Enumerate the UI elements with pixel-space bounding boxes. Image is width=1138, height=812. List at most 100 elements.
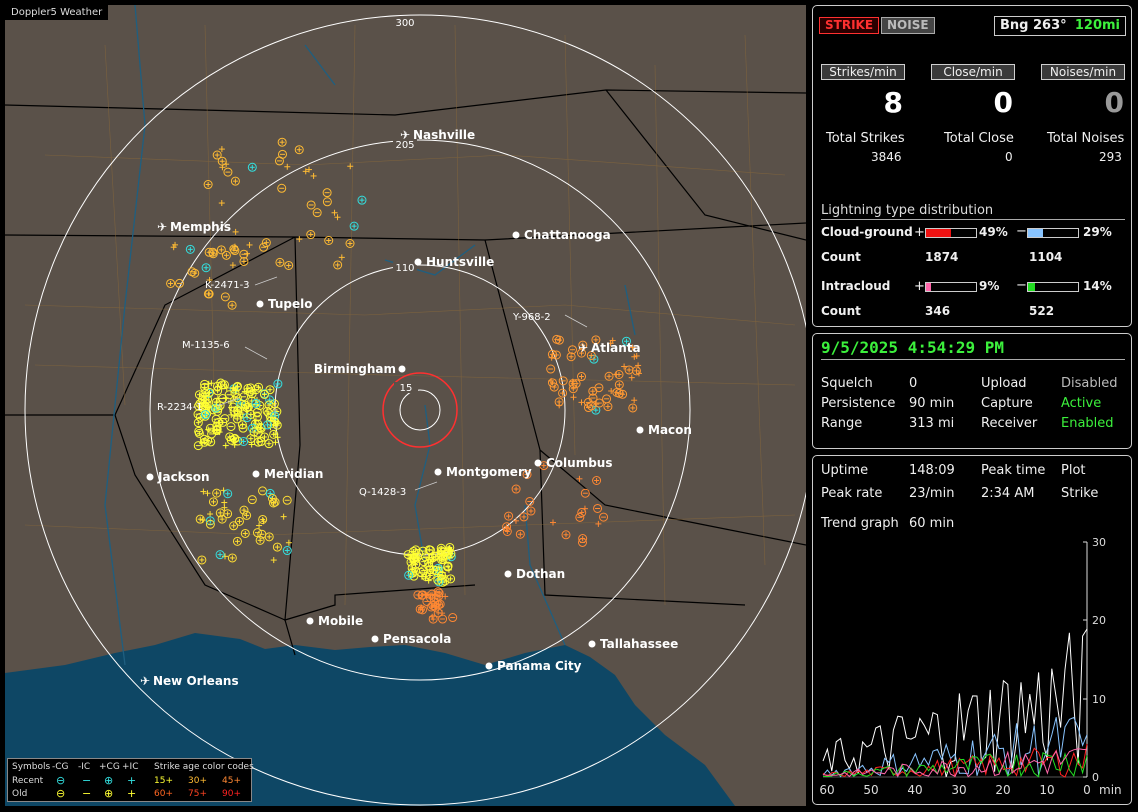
noises-per-min-button[interactable]: Noises/min (1041, 64, 1125, 80)
trend-series (822, 628, 1088, 778)
trend-graph: 302010060 50 40 30 20 10 0 min (819, 536, 1121, 797)
ic-plus-count: 346 (925, 304, 951, 318)
legend-age-title: Strike age color codes (154, 762, 254, 772)
city-dot-icon (485, 662, 493, 670)
trend-x-tick: 20 (995, 783, 1010, 797)
range-setting-value: 313 mi (909, 416, 955, 431)
city-dot-icon (146, 473, 154, 481)
storm-label: M-1135-6 (182, 340, 230, 351)
trend-x-tick: 50 (863, 783, 878, 797)
city-label: Panama City (497, 659, 582, 673)
total-close-label: Total Close (944, 131, 1014, 146)
city-dot-icon (371, 635, 379, 643)
datetime-divider (821, 359, 1125, 360)
map-background (5, 5, 806, 806)
total-noises-value: 293 (1099, 150, 1122, 164)
airport-icon: ✈ (157, 220, 167, 234)
trend-y-tick: 30 (1092, 536, 1106, 549)
city-label: Meridian (264, 467, 323, 481)
strike-counter-panel: STRIKE NOISE Bng 263° 120mi Strikes/min … (812, 5, 1132, 327)
persistence-value: 90 min (909, 396, 955, 411)
strike-tab[interactable]: STRIKE (819, 17, 880, 34)
persistence-label: Persistence (821, 396, 896, 411)
legend-col-ic-minus: -IC (78, 762, 91, 772)
capture-label: Capture (981, 396, 1033, 411)
legend-recent-ic-plus-icon: + (127, 774, 137, 787)
bearing-value: Bng 263° (1000, 18, 1067, 33)
city-label: Birmingham (314, 362, 396, 376)
capture-status: Active (1061, 396, 1102, 411)
total-close-value: 0 (1005, 150, 1013, 164)
ic-count-label: Count (821, 304, 861, 318)
legend-age-90: 90+ (222, 789, 241, 799)
city-dot-icon (306, 617, 314, 625)
ring-label: 110 (395, 263, 414, 274)
ic-plus-pct: 9% (979, 279, 1000, 293)
city-label: Columbus (546, 456, 613, 470)
intracloud-label: Intracloud (821, 279, 891, 293)
trend-value: 60 min (909, 516, 955, 531)
noises-per-min-value: 0 (1104, 86, 1124, 119)
city-label: Jackson (157, 470, 210, 484)
trend-x-tick: 30 (951, 783, 966, 797)
city-label: Chattanooga (524, 228, 611, 242)
legend-col-cg-plus: +CG (99, 762, 120, 772)
city-label: Tupelo (268, 297, 313, 311)
ic-minus-count: 522 (1029, 304, 1055, 318)
bearing-display: Bng 263° 120mi (994, 16, 1126, 36)
city-dot-icon (534, 459, 542, 467)
noise-tab[interactable]: NOISE (881, 17, 935, 34)
close-per-min-button[interactable]: Close/min (931, 64, 1015, 80)
city-dot-icon (588, 640, 596, 648)
ic-minus-bar (1027, 282, 1079, 292)
cloud-ground-label: Cloud-ground (821, 225, 913, 239)
legend-recent-cg-minus-icon: ⊖ (56, 774, 66, 787)
city-dot-icon (398, 365, 406, 373)
cg-minus-sign: − (1016, 224, 1027, 239)
legend-age-30: 30+ (188, 776, 207, 786)
upload-label: Upload (981, 376, 1027, 391)
legend-age-60: 60+ (154, 789, 173, 799)
city-label: Memphis (170, 220, 231, 234)
datetime-display: 9/5/2025 4:54:29 PM (821, 338, 1005, 357)
city-dot-icon (252, 470, 260, 478)
settings-panel: 9/5/2025 4:54:29 PM Squelch 0 Persistenc… (812, 333, 1132, 449)
trend-y-tick: 20 (1092, 614, 1106, 627)
legend-old-cg-plus-icon: ⊕ (104, 787, 114, 800)
city-dot-icon (434, 468, 442, 476)
legend-symbols-label: Symbols (12, 762, 51, 772)
legend-age-45: 45+ (222, 776, 241, 786)
city-dot-icon (414, 258, 422, 266)
receiver-status: Enabled (1061, 416, 1114, 431)
range-value: 120mi (1074, 18, 1120, 33)
city-label: Mobile (318, 614, 363, 628)
storm-label: Q-1428-3 (359, 487, 406, 498)
cg-count-label: Count (821, 250, 861, 264)
distribution-title: Lightning type distribution (821, 203, 994, 218)
uptime-value: 148:09 (909, 463, 955, 478)
cg-plus-bar (925, 228, 977, 238)
ring-label: 300 (395, 18, 414, 29)
ic-minus-sign: − (1016, 278, 1027, 293)
total-strikes-label: Total Strikes (826, 131, 905, 146)
trend-x-tick: 40 (907, 783, 922, 797)
lightning-map[interactable]: 30020511015 K-2471-3M-1135-6R-2234-1Y-96… (5, 5, 806, 806)
trend-x-tick: 0 (1083, 783, 1091, 797)
city-dot-icon (256, 300, 264, 308)
city-label: Pensacola (383, 632, 451, 646)
cg-minus-pct: 29% (1083, 225, 1112, 239)
strikes-per-min-button[interactable]: Strikes/min (821, 64, 905, 80)
city-label: Tallahassee (600, 637, 678, 651)
close-per-min-value: 0 (993, 86, 1013, 119)
distribution-divider (821, 219, 1125, 220)
upload-status: Disabled (1061, 376, 1118, 391)
cg-plus-count: 1874 (925, 250, 959, 264)
ring-label: 15 (400, 383, 413, 394)
legend-recent-cg-plus-icon: ⊕ (104, 774, 114, 787)
city-label: Dothan (516, 567, 565, 581)
peak-rate-label: Peak rate (821, 486, 883, 501)
receiver-label: Receiver (981, 416, 1038, 431)
airport-icon: ✈ (400, 128, 410, 142)
storm-label: Y-968-2 (512, 312, 551, 323)
cg-minus-count: 1104 (1029, 250, 1063, 264)
